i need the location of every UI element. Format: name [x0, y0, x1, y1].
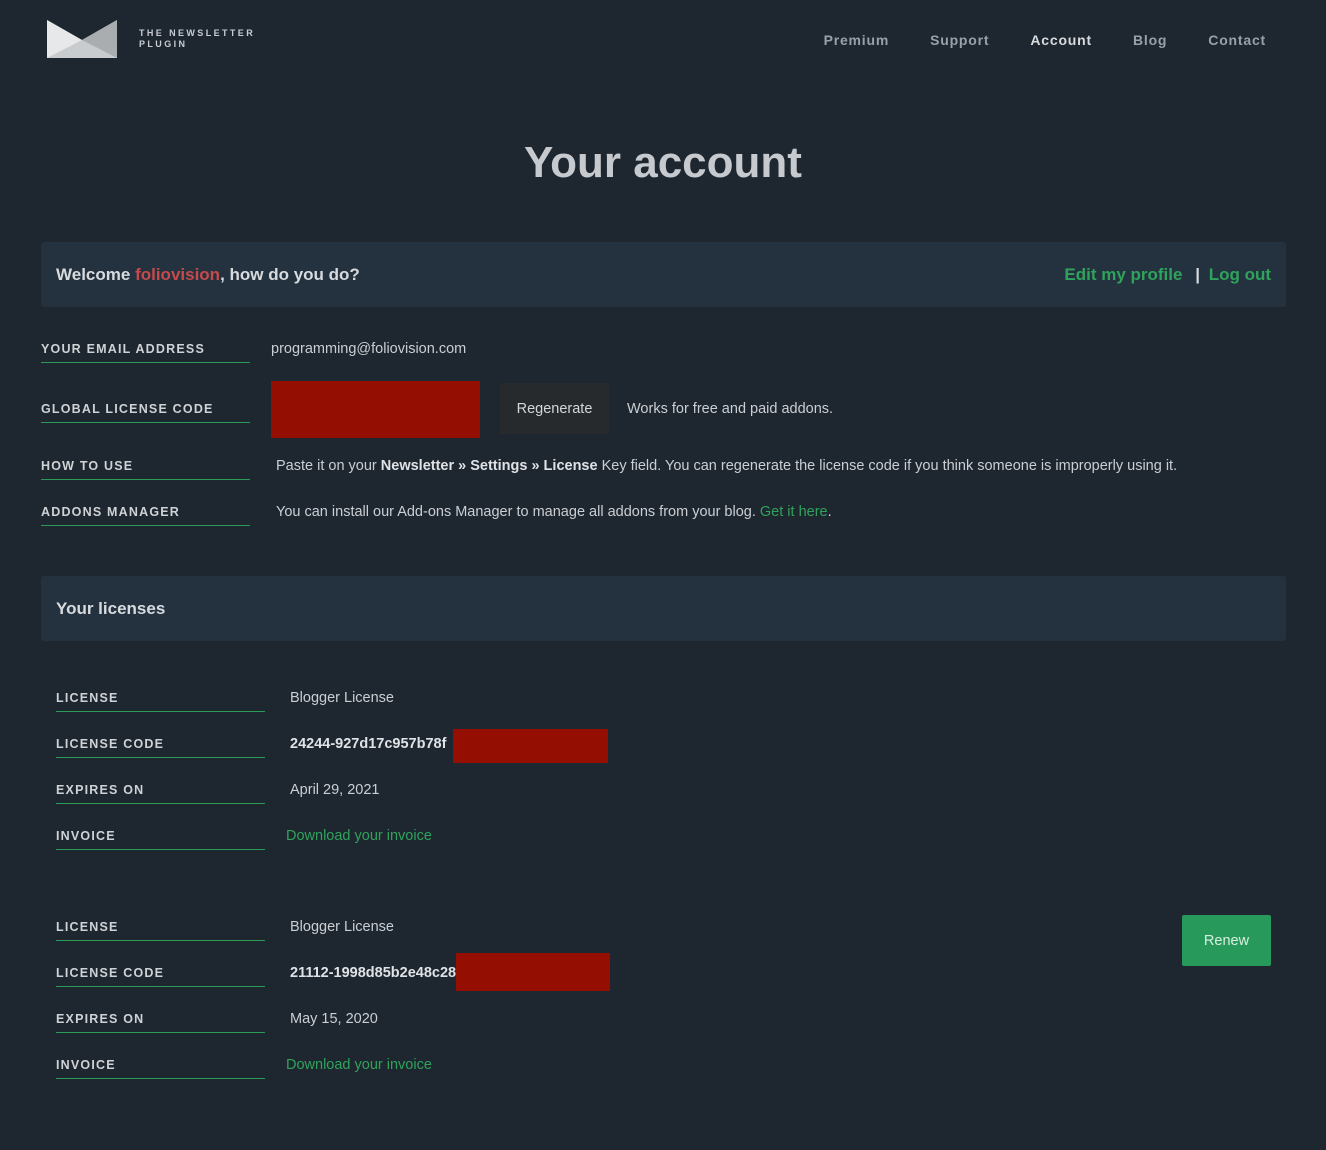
license-name: Blogger License — [290, 690, 394, 706]
expires-on-value: May 15, 2020 — [290, 1011, 378, 1027]
howto-settings-path: Newsletter » Settings » License — [380, 458, 598, 474]
nav-account[interactable]: Account — [1030, 32, 1092, 48]
addons-manager-text: You can install our Add-ons Manager to m… — [276, 504, 832, 520]
envelope-logo-icon — [47, 20, 117, 58]
invoice-label: INVOICE — [56, 1058, 265, 1079]
renew-button[interactable]: Renew — [1182, 915, 1271, 966]
redacted-license-code-suffix — [453, 729, 608, 763]
how-to-use-label: HOW TO USE — [41, 459, 250, 480]
expires-on-value: April 29, 2021 — [290, 782, 380, 798]
download-invoice-link[interactable]: Download your invoice — [286, 1057, 432, 1073]
how-to-use-text: Paste it on your Newsletter » Settings »… — [276, 458, 1177, 474]
addons-end: . — [827, 504, 832, 520]
logout-link[interactable]: Log out — [1209, 265, 1271, 284]
logo-line-2: PLUGIN — [139, 39, 188, 49]
email-label: YOUR EMAIL ADDRESS — [41, 342, 250, 363]
link-separator: | — [1195, 264, 1200, 284]
nav-premium[interactable]: Premium — [824, 32, 890, 48]
addons-text: You can install our Add-ons Manager to m… — [276, 504, 760, 520]
invoice-label: INVOICE — [56, 829, 265, 850]
howto-prefix: Paste it on your — [276, 458, 381, 474]
nav-contact[interactable]: Contact — [1208, 32, 1266, 48]
email-value: programming@foliovision.com — [271, 341, 467, 357]
license-label: LICENSE — [56, 691, 265, 712]
license-code-label: LICENSE CODE — [56, 737, 265, 758]
nav-blog[interactable]: Blog — [1133, 32, 1167, 48]
license-label: LICENSE — [56, 920, 265, 941]
edit-profile-link[interactable]: Edit my profile — [1064, 265, 1182, 284]
logo-wordmark: THE NEWSLETTER PLUGIN — [139, 28, 255, 50]
licenses-panel: Your licenses — [41, 576, 1286, 641]
welcome-prefix: Welcome — [56, 264, 136, 284]
profile-links: Edit my profile | Log out — [1064, 265, 1271, 285]
howto-suffix: Key field. You can regenerate the licens… — [597, 458, 1178, 474]
expires-on-label: EXPIRES ON — [56, 783, 265, 804]
get-it-here-link[interactable]: Get it here — [760, 504, 828, 520]
welcome-message: Welcome foliovision, how do you do? — [56, 265, 360, 285]
welcome-panel: Welcome foliovision, how do you do? Edit… — [41, 242, 1286, 307]
global-license-label: GLOBAL LICENSE CODE — [41, 402, 250, 423]
nav-support[interactable]: Support — [930, 32, 989, 48]
main-nav: Premium Support Account Blog Contact — [783, 32, 1266, 48]
redacted-license-code-suffix — [456, 953, 610, 991]
download-invoice-link[interactable]: Download your invoice — [286, 828, 432, 844]
regenerate-button[interactable]: Regenerate — [500, 383, 609, 434]
welcome-suffix: , how do you do? — [220, 264, 360, 284]
site-logo[interactable]: THE NEWSLETTER PLUGIN — [47, 20, 255, 58]
redacted-license-code — [271, 381, 480, 438]
license-name: Blogger License — [290, 919, 394, 935]
expires-on-label: EXPIRES ON — [56, 1012, 265, 1033]
license-code-value: 21112-1998d85b2e48c28 — [290, 965, 457, 981]
logo-line-1: THE NEWSLETTER — [139, 28, 256, 38]
license-code-label: LICENSE CODE — [56, 966, 265, 987]
license-code-value: 24244-927d17c957b78f — [290, 736, 447, 752]
username: foliovision — [135, 264, 221, 284]
addons-manager-label: ADDONS MANAGER — [41, 505, 250, 526]
page-title: Your account — [524, 138, 802, 187]
license-note: Works for free and paid addons. — [627, 401, 834, 417]
licenses-title: Your licenses — [56, 598, 166, 618]
